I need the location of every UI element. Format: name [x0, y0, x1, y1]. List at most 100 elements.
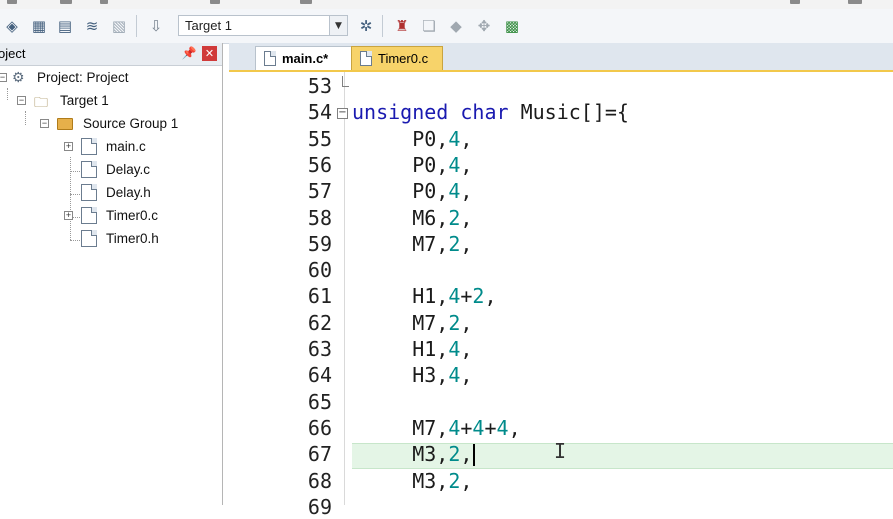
tree-item-label: Target 1 [60, 93, 109, 108]
text-caret [472, 444, 475, 467]
code-text: M6, [352, 205, 449, 230]
file-icon [81, 184, 97, 201]
code-line[interactable]: P0,4, [352, 127, 472, 151]
target-options-icon[interactable]: ✲ [356, 16, 376, 36]
code-line[interactable]: P0,4, [352, 153, 472, 177]
file-icon [81, 230, 97, 247]
tree-item-label: Project: Project [37, 70, 129, 85]
code-text: + [484, 415, 497, 440]
tree-item-label: Source Group 1 [83, 116, 179, 131]
tree-item-source-group[interactable]: − Source Group 1 [0, 114, 222, 134]
code-number: 2 [472, 284, 485, 309]
chevron-down-icon[interactable]: ▼ [329, 16, 347, 35]
line-number: 65 [307, 389, 332, 414]
line-number: 56 [307, 152, 332, 177]
tree-item-label: Timer0.h [106, 231, 159, 246]
code-line[interactable]: M3,2, [352, 469, 472, 493]
collapse-icon[interactable]: − [40, 119, 49, 128]
code-line[interactable]: unsigned char Music[]={ [352, 100, 629, 124]
fold-margin [344, 72, 345, 505]
code-text: M7, [352, 415, 449, 440]
code-number: 2 [448, 205, 461, 230]
panel-title: oject [0, 46, 26, 61]
code-line[interactable]: M6,2, [352, 206, 472, 230]
code-line[interactable]: M7,2, [352, 232, 472, 256]
code-text: , [460, 310, 473, 335]
stop-build-icon[interactable]: ▧ [109, 16, 129, 36]
line-number: 62 [307, 310, 332, 335]
target-select[interactable]: Target 1 ▼ [178, 15, 348, 36]
pin-icon[interactable]: 📌 [181, 45, 197, 61]
tree-item-file[interactable]: + main.c [0, 137, 222, 157]
file-extensions-icon[interactable]: ❏ [419, 16, 439, 36]
download-icon[interactable]: ⇩ [146, 16, 166, 36]
code-keyword: char [460, 100, 509, 125]
tab-label: main.c* [282, 51, 329, 66]
run-time-environment-icon[interactable]: ◆ [446, 16, 466, 36]
tab-timer0-c[interactable]: Timer0.c [351, 46, 443, 70]
collapse-icon[interactable]: − [17, 96, 26, 105]
target-icon: 🗀 [34, 94, 48, 110]
code-text: H3, [352, 363, 449, 388]
code-line[interactable]: P0,4, [352, 179, 472, 203]
tree-item-project[interactable]: − ⚙ Project: Project [0, 68, 222, 88]
code-text: M3, [352, 442, 449, 467]
build-toolbar: ◈ ▦ ▤ ≋ ▧ ⇩ Target 1 ▼ ✲ ♜ ❏ ◆ ✥ ▩ [0, 9, 893, 44]
code-number: 4 [448, 415, 461, 440]
batch-build-icon[interactable]: ≋ [82, 16, 102, 36]
tree-item-file[interactable]: Timer0.h [0, 229, 222, 249]
close-icon[interactable]: ✕ [202, 46, 217, 61]
collapse-icon[interactable]: − [0, 73, 7, 82]
code-line[interactable]: H1,4, [352, 337, 472, 361]
code-number: 2 [448, 442, 461, 467]
code-keyword: unsigned [352, 100, 449, 125]
code-text: P0, [352, 126, 449, 151]
code-number: 4 [472, 415, 485, 440]
translate-icon[interactable]: ◈ [2, 16, 22, 36]
i-beam-cursor-icon: I [554, 439, 567, 464]
select-packs-icon[interactable]: ▩ [502, 16, 522, 36]
code-text: H1, [352, 284, 449, 309]
code-text: , [460, 363, 473, 388]
project-panel: oject 📌 ✕ − ⚙ Project: Project − 🗀 Targe… [0, 43, 223, 505]
tree-item-target[interactable]: − 🗀 Target 1 [0, 91, 222, 111]
code-number: 2 [448, 231, 461, 256]
code-number: 2 [448, 310, 461, 335]
code-text: + [460, 284, 473, 309]
editor-tab-bar: main.c* Timer0.c [229, 43, 893, 72]
code-text: , [460, 468, 473, 493]
code-line[interactable]: M7,2, [352, 311, 472, 335]
tree-item-file[interactable]: Delay.c [0, 160, 222, 180]
build-icon[interactable]: ▦ [29, 16, 49, 36]
tree-item-file[interactable]: + Timer0.c [0, 206, 222, 226]
project-panel-header: oject 📌 ✕ [0, 43, 222, 66]
rebuild-icon[interactable]: ▤ [55, 16, 75, 36]
code-text: M7, [352, 231, 449, 256]
tree-item-file[interactable]: Delay.h [0, 183, 222, 203]
target-select-value: Target 1 [185, 18, 232, 33]
code-number: 4 [448, 152, 461, 177]
file-icon [81, 138, 97, 155]
code-line[interactable]: M7,4+4+4, [352, 415, 520, 440]
code-number: 4 [448, 337, 461, 361]
pack-installer-icon[interactable]: ✥ [474, 16, 494, 36]
code-line[interactable]: H1,4+2, [352, 284, 496, 309]
expand-icon[interactable]: + [64, 211, 73, 220]
fold-toggle-icon[interactable]: − [337, 108, 348, 120]
file-icon [81, 207, 97, 224]
code-line[interactable]: M3,2, [352, 442, 472, 466]
expand-icon[interactable]: + [64, 142, 73, 151]
code-text: , [460, 179, 473, 204]
code-text: , [460, 126, 473, 151]
manage-components-icon[interactable]: ♜ [392, 16, 412, 36]
line-number: 54 [307, 100, 332, 125]
fold-end-marker [342, 76, 349, 87]
toolbar-separator [382, 15, 383, 37]
line-number: 55 [307, 126, 332, 151]
line-number: 60 [307, 258, 332, 283]
line-number: 58 [307, 205, 332, 230]
code-number: 4 [448, 179, 461, 204]
code-line[interactable]: H3,4, [352, 363, 472, 387]
line-number: 63 [307, 337, 332, 361]
file-icon [81, 161, 97, 178]
